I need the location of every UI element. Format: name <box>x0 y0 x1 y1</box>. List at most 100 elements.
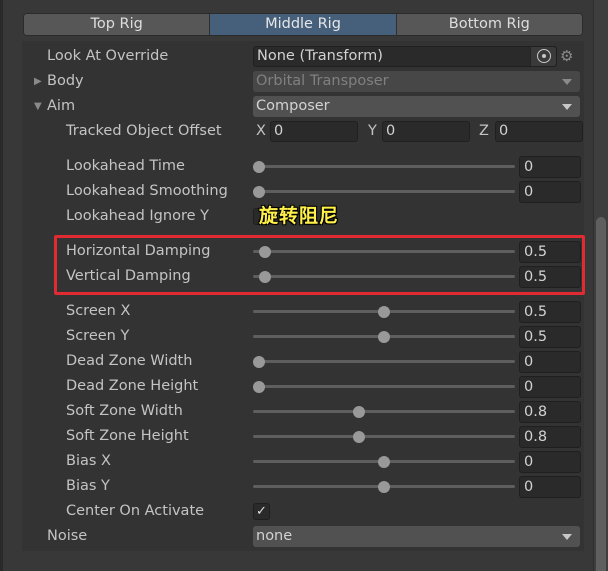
slider-row: Bias X 0 <box>22 449 584 474</box>
dead-zone-height-input[interactable]: 0 <box>519 376 581 398</box>
dead-zone-height-label: Dead Zone Height <box>66 378 199 394</box>
dead-zone-width-slider[interactable] <box>253 349 515 374</box>
checkmark-icon: ✓ <box>256 504 267 519</box>
center-on-activate-label: Center On Activate <box>66 503 205 519</box>
screen-x-slider[interactable] <box>253 299 515 324</box>
soft-zone-width-label: Soft Zone Width <box>66 403 183 419</box>
slider-row: Bias Y 0 <box>22 474 584 499</box>
noise-dropdown-value: none <box>256 528 293 544</box>
slider-row: Lookahead Time 0 <box>22 154 584 179</box>
bias-y-label: Bias Y <box>66 478 110 494</box>
slider-track <box>253 435 515 438</box>
slider-track <box>253 190 515 193</box>
lookahead-ignore-y-label: Lookahead Ignore Y <box>66 208 209 224</box>
lookahead-time-input[interactable]: 0 <box>519 156 581 178</box>
window-left-edge <box>0 0 3 571</box>
y-axis-label: Y <box>368 123 377 139</box>
offset-y-input[interactable]: 0 <box>382 121 470 142</box>
screen-y-slider[interactable] <box>253 324 515 349</box>
slider-thumb[interactable] <box>378 331 390 343</box>
soft-zone-height-slider[interactable] <box>253 424 515 449</box>
slider-row: Screen X 0.5 <box>22 299 584 324</box>
foldout-expanded-icon[interactable]: ▼ <box>34 94 42 119</box>
slider-row: Soft Zone Height 0.8 <box>22 424 584 449</box>
slider-track <box>253 360 515 363</box>
tracked-object-offset-row: Tracked Object Offset X 0 Y 0 Z 0 <box>22 119 584 144</box>
center-on-activate-row: Center On Activate ✓ <box>22 499 584 524</box>
lookahead-smoothing-input[interactable]: 0 <box>519 181 581 203</box>
offset-z-input[interactable]: 0 <box>495 121 583 142</box>
noise-row: Noise none <box>22 524 584 549</box>
noise-dropdown[interactable]: none <box>253 526 580 547</box>
body-label[interactable]: Body <box>47 69 84 94</box>
lookahead-time-label: Lookahead Time <box>66 158 185 174</box>
noise-label: Noise <box>47 528 88 544</box>
look-at-override-row: Look At Override None (Transform) ⚙ <box>22 44 584 69</box>
slider-thumb[interactable] <box>353 431 365 443</box>
screen-x-label: Screen X <box>66 303 131 319</box>
aim-dropdown[interactable]: Composer <box>253 96 580 117</box>
dead-zone-width-label: Dead Zone Width <box>66 353 193 369</box>
slider-track <box>253 165 515 168</box>
tab-middle-rig[interactable]: Middle Rig <box>210 14 397 35</box>
slider-row: Dead Zone Height 0 <box>22 374 584 399</box>
soft-zone-width-slider[interactable] <box>253 399 515 424</box>
screen-y-label: Screen Y <box>66 328 130 344</box>
slider-thumb[interactable] <box>253 381 265 393</box>
look-at-override-value: None (Transform) <box>257 48 383 64</box>
bias-x-label: Bias X <box>66 453 111 469</box>
dead-zone-width-input[interactable]: 0 <box>519 351 581 373</box>
slider-thumb[interactable] <box>253 161 265 173</box>
scrollbar-thumb[interactable] <box>596 217 606 571</box>
bias-x-slider[interactable] <box>253 449 515 474</box>
slider-thumb[interactable] <box>378 456 390 468</box>
lookahead-time-slider[interactable] <box>253 154 515 179</box>
lookahead-smoothing-label: Lookahead Smoothing <box>66 183 228 199</box>
soft-zone-width-input[interactable]: 0.8 <box>519 401 581 423</box>
chevron-down-icon <box>562 104 572 110</box>
center-on-activate-checkbox[interactable]: ✓ <box>253 503 270 520</box>
screen-x-input[interactable]: 0.5 <box>519 301 581 323</box>
chevron-down-icon <box>562 79 572 85</box>
slider-row: Soft Zone Width 0.8 <box>22 399 584 424</box>
slider-row: Dead Zone Width 0 <box>22 349 584 374</box>
slider-thumb[interactable] <box>378 306 390 318</box>
bias-y-slider[interactable] <box>253 474 515 499</box>
slider-track <box>253 410 515 413</box>
slider-track <box>253 385 515 388</box>
body-dropdown-value: Orbital Transposer <box>256 73 389 89</box>
rig-settings-panel: Look At Override None (Transform) ⚙ ▶ Bo… <box>22 41 584 551</box>
damping-highlight-box <box>54 235 585 295</box>
screen-y-input[interactable]: 0.5 <box>519 326 581 348</box>
slider-thumb[interactable] <box>253 186 265 198</box>
bias-y-input[interactable]: 0 <box>519 476 581 498</box>
slider-thumb[interactable] <box>353 406 365 418</box>
aim-row: ▼ Aim Composer <box>22 94 584 119</box>
tab-bottom-rig[interactable]: Bottom Rig <box>396 14 582 35</box>
slider-thumb[interactable] <box>378 481 390 493</box>
gear-icon[interactable]: ⚙ <box>560 44 573 69</box>
look-at-override-label: Look At Override <box>47 48 169 64</box>
slider-row: Screen Y 0.5 <box>22 324 584 349</box>
dead-zone-height-slider[interactable] <box>253 374 515 399</box>
x-axis-label: X <box>256 123 266 139</box>
chevron-down-icon <box>562 534 572 540</box>
target-icon-dot <box>542 54 546 58</box>
rig-tabs: Top Rig Middle Rig Bottom Rig <box>23 13 583 36</box>
soft-zone-height-input[interactable]: 0.8 <box>519 426 581 448</box>
body-dropdown: Orbital Transposer <box>253 71 580 92</box>
bias-x-input[interactable]: 0 <box>519 451 581 473</box>
aim-dropdown-value: Composer <box>256 98 330 114</box>
tab-top-rig[interactable]: Top Rig <box>24 14 211 35</box>
tracked-object-offset-label: Tracked Object Offset <box>66 123 222 139</box>
soft-zone-height-label: Soft Zone Height <box>66 428 189 444</box>
object-picker-button[interactable] <box>530 47 556 66</box>
z-axis-label: Z <box>479 123 489 139</box>
offset-x-input[interactable]: 0 <box>270 121 358 142</box>
foldout-collapsed-icon[interactable]: ▶ <box>34 69 42 94</box>
aim-label[interactable]: Aim <box>47 94 75 119</box>
rotation-damping-annotation: 旋转阻尼 <box>259 205 340 227</box>
body-row: ▶ Body Orbital Transposer <box>22 69 584 94</box>
slider-thumb[interactable] <box>253 356 265 368</box>
look-at-override-field[interactable]: None (Transform) <box>253 46 557 67</box>
